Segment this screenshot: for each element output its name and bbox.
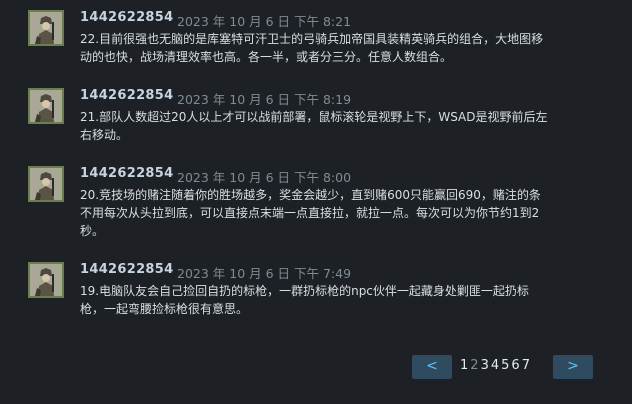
comment-text: 19.电脑队友会自己捡回自扔的标枪，一群扔标枪的npc伙伴一起藏身处剿匪一起扔标… [80, 284, 529, 316]
page-link-3[interactable]: 3 [481, 358, 489, 373]
avatar[interactable] [28, 88, 64, 124]
page-link-current: 2 [470, 358, 479, 373]
comment-text: 20.竞技场的赌注随着你的胜场越多，奖金会越少，直到赌600只能赢回690，赌注… [80, 188, 541, 238]
soldier-avatar-icon [30, 12, 62, 44]
comment-timestamp: 2023 年 10 月 6 日 下午 8:00 [177, 170, 352, 185]
chevron-right-icon: > [567, 358, 579, 374]
avatar[interactable] [28, 166, 64, 202]
avatar[interactable] [28, 262, 64, 298]
page-link-1[interactable]: 1 [460, 358, 468, 373]
avatar[interactable] [28, 10, 64, 46]
soldier-avatar-icon [30, 168, 62, 200]
page-numbers: 1234567 [460, 358, 532, 373]
page-link-5[interactable]: 5 [501, 358, 509, 373]
pagination: < 1234567 > [0, 355, 632, 379]
next-page-button[interactable]: > [553, 355, 593, 379]
prev-page-button[interactable]: < [412, 355, 452, 379]
soldier-avatar-icon [30, 90, 62, 122]
author-name[interactable]: 1442622854 [80, 88, 173, 103]
comment-timestamp: 2023 年 10 月 6 日 下午 7:49 [177, 266, 352, 281]
comment-text: 22.目前很强也无脑的是库塞特可汗卫士的弓骑兵加帝国具装精英骑兵的组合，大地图移… [80, 32, 544, 64]
author-name[interactable]: 1442622854 [80, 10, 173, 25]
page-link-7[interactable]: 7 [522, 358, 530, 373]
author-name[interactable]: 1442622854 [80, 262, 173, 277]
page-link-6[interactable]: 6 [511, 358, 519, 373]
page-link-4[interactable]: 4 [491, 358, 499, 373]
chevron-left-icon: < [426, 358, 438, 374]
comment-timestamp: 2023 年 10 月 6 日 下午 8:21 [177, 14, 352, 29]
comment-text: 21.部队人数超过20人以上才可以战前部署，鼠标滚轮是视野上下，WSAD是视野前… [80, 110, 548, 142]
soldier-avatar-icon [30, 264, 62, 296]
author-name[interactable]: 1442622854 [80, 166, 173, 181]
comment-timestamp: 2023 年 10 月 6 日 下午 8:19 [177, 92, 352, 107]
